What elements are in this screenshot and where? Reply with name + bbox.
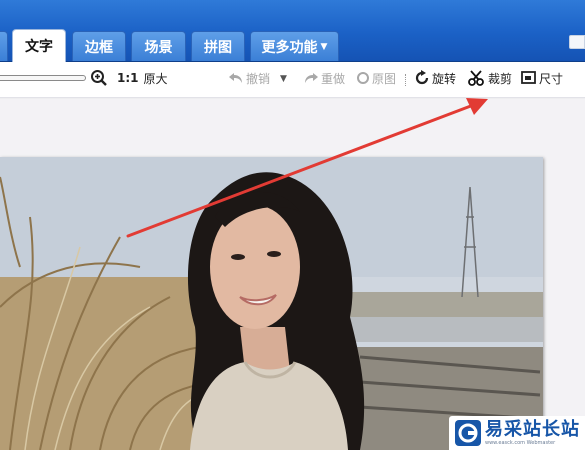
resize-label: 尺寸 <box>539 71 564 86</box>
undo-label: 撤销 <box>246 71 271 86</box>
folder-icon[interactable] <box>569 35 585 49</box>
editing-canvas <box>0 99 585 450</box>
chevron-down-icon: ▼ <box>320 41 328 52</box>
watermark: 易采站长站 www.easck.com Webmaster <box>449 416 585 450</box>
tab-scene[interactable]: 场景 <box>131 31 186 61</box>
photo-preview[interactable] <box>0 157 543 450</box>
rotate-label: 旋转 <box>432 71 457 86</box>
redo-button[interactable]: 重做 <box>303 68 345 88</box>
portrait-photo <box>0 157 543 450</box>
undo-icon <box>229 73 242 83</box>
tab-border-label: 边框 <box>85 39 113 56</box>
zoom-slider[interactable] <box>0 75 86 81</box>
tab-text[interactable]: 文字 <box>12 29 66 62</box>
site-logo-icon <box>455 420 481 446</box>
tab-border[interactable]: 边框 <box>72 31 126 61</box>
undo-history-dropdown-icon[interactable]: ▼ <box>280 74 287 84</box>
original-image-button[interactable]: 原图 <box>356 68 396 88</box>
tab-bar: 文字 边框 场景 拼图 更多功能 ▼ <box>0 0 585 62</box>
undo-button[interactable]: 撤销 <box>228 68 270 88</box>
actual-size-button[interactable]: 1:1 原大 <box>117 68 168 88</box>
original-image-icon <box>357 72 369 84</box>
crop-button[interactable]: 裁剪 <box>468 68 512 88</box>
tab-collage[interactable]: 拼图 <box>191 31 245 61</box>
redo-icon <box>305 73 318 83</box>
resize-icon <box>521 71 536 84</box>
zoom-in-icon[interactable] <box>90 69 108 87</box>
actual-size-label: 原大 <box>143 71 168 86</box>
tab-more-label: 更多功能 <box>261 39 318 56</box>
scissors-icon <box>468 70 484 86</box>
tab-text-label: 文字 <box>25 39 53 55</box>
original-image-label: 原图 <box>372 71 397 86</box>
rotate-icon <box>415 70 429 85</box>
zoom-ratio-label: 1:1 <box>117 71 139 85</box>
watermark-title: 易采站长站 <box>485 418 580 440</box>
toolbar-separator <box>405 74 406 86</box>
edit-toolbar: 1:1 原大 撤销 ▼ 重做 原图 旋转 裁剪 尺寸 <box>0 62 585 98</box>
resize-button[interactable]: 尺寸 <box>521 68 563 88</box>
rotate-button[interactable]: 旋转 <box>414 68 456 88</box>
redo-label: 重做 <box>321 71 346 86</box>
tab-more-features[interactable]: 更多功能 ▼ <box>250 31 339 61</box>
watermark-subtitle: www.easck.com Webmaster <box>485 439 556 446</box>
tab-scene-label: 场景 <box>144 39 173 56</box>
crop-label: 裁剪 <box>488 71 513 86</box>
tab-stub[interactable] <box>0 31 8 61</box>
tab-collage-label: 拼图 <box>204 39 232 56</box>
